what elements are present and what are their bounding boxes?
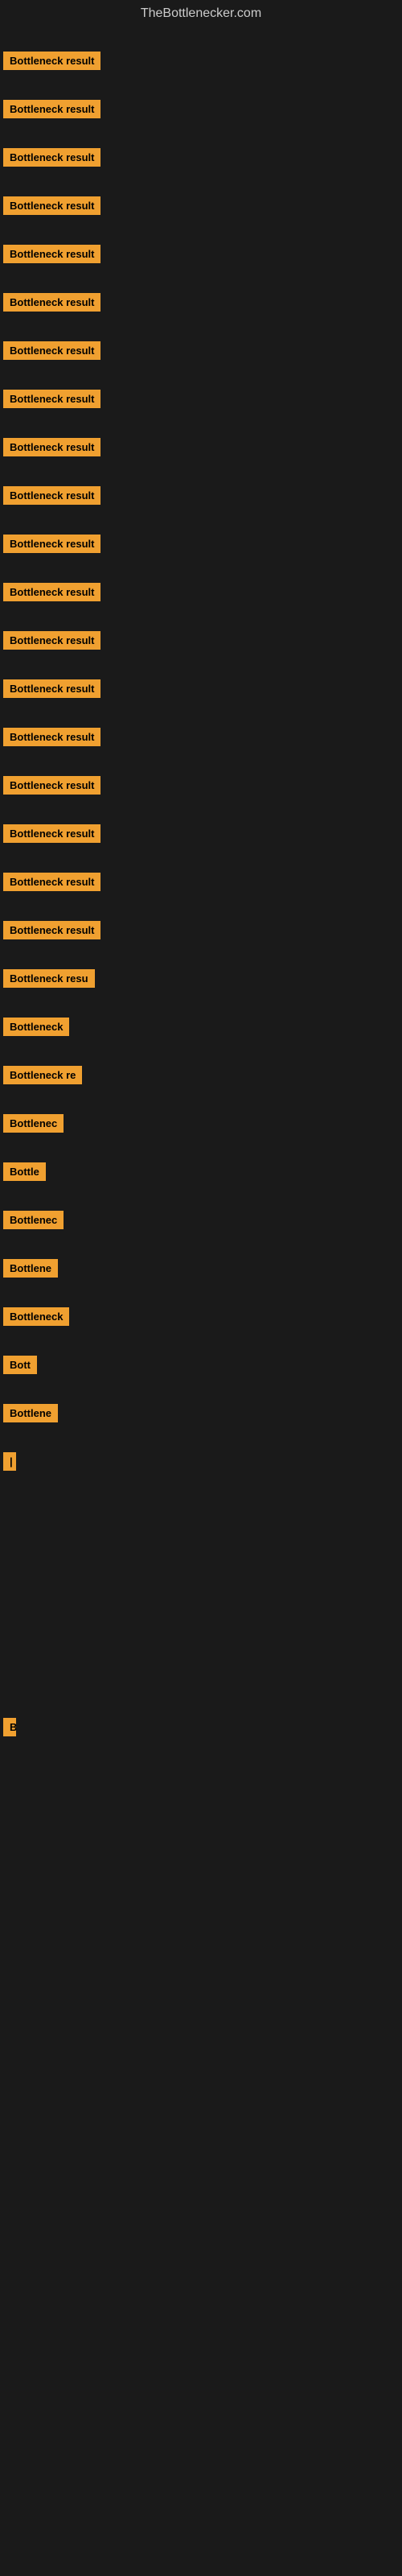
bottleneck-item: Bottleneck result (0, 824, 100, 843)
bottleneck-badge: Bottleneck (3, 1307, 69, 1326)
bottleneck-badge: Bottleneck result (3, 293, 100, 312)
bottleneck-item: Bottleneck resu (0, 969, 95, 988)
bottleneck-item: Bottleneck (0, 1018, 69, 1036)
bottleneck-badge: Bottleneck result (3, 583, 100, 601)
bottleneck-item: Bottleneck result (0, 245, 100, 263)
bottleneck-badge: Bottle (3, 1162, 46, 1181)
bottleneck-item: Bottleneck result (0, 631, 100, 650)
bottleneck-badge: Bottlenec (3, 1211, 64, 1229)
bottleneck-item: Bottleneck result (0, 100, 100, 118)
bottleneck-badge: | (3, 1452, 16, 1471)
bottleneck-badge: Bottleneck result (3, 245, 100, 263)
bottleneck-item: Bottlene (0, 1404, 58, 1422)
bottleneck-badge: Bottleneck result (3, 776, 100, 795)
bottleneck-item: Bottleneck result (0, 486, 100, 505)
bottleneck-item: Bottlene (0, 1259, 58, 1278)
bottleneck-badge: Bottleneck result (3, 341, 100, 360)
bottleneck-badge: Bottleneck result (3, 438, 100, 456)
bottleneck-item: | (0, 1452, 16, 1471)
bottleneck-badge: Bottleneck result (3, 921, 100, 939)
bottleneck-item: Bott (0, 1356, 37, 1374)
bottleneck-badge: B (3, 1718, 16, 1736)
bottleneck-item: Bottleneck result (0, 776, 100, 795)
bottleneck-item: Bottleneck result (0, 438, 100, 456)
bottleneck-item: Bottle (0, 1162, 46, 1181)
bottleneck-badge: Bottleneck result (3, 390, 100, 408)
bottleneck-item: Bottleneck result (0, 728, 100, 746)
bottleneck-badge: Bottleneck result (3, 535, 100, 553)
bottleneck-badge: Bottleneck result (3, 728, 100, 746)
bottleneck-badge: Bottleneck result (3, 486, 100, 505)
bottleneck-item: Bottleneck result (0, 535, 100, 553)
page-title: TheBottlenecker.com (0, 0, 402, 27)
bottleneck-badge: Bottleneck result (3, 52, 100, 70)
bottleneck-item: Bottleneck result (0, 873, 100, 891)
bottleneck-badge: Bottleneck re (3, 1066, 82, 1084)
bottleneck-badge: Bottleneck result (3, 196, 100, 215)
bottleneck-item: Bottleneck result (0, 341, 100, 360)
bottleneck-badge: Bottleneck result (3, 100, 100, 118)
bottleneck-badge: Bott (3, 1356, 37, 1374)
bottleneck-item: Bottleneck result (0, 583, 100, 601)
bottleneck-item: Bottleneck (0, 1307, 69, 1326)
bottleneck-badge: Bottleneck result (3, 679, 100, 698)
bottleneck-item: Bottleneck result (0, 921, 100, 939)
bottleneck-badge: Bottleneck resu (3, 969, 95, 988)
bottleneck-item: Bottleneck result (0, 196, 100, 215)
bottleneck-badge: Bottlene (3, 1404, 58, 1422)
bottleneck-item: Bottleneck result (0, 390, 100, 408)
bottleneck-item: Bottlenec (0, 1211, 64, 1229)
bottleneck-item: Bottleneck result (0, 148, 100, 167)
bottleneck-badge: Bottleneck result (3, 873, 100, 891)
bottleneck-badge: Bottleneck (3, 1018, 69, 1036)
bottleneck-item: Bottleneck result (0, 52, 100, 70)
bottleneck-badge: Bottleneck result (3, 631, 100, 650)
bottleneck-badge: Bottleneck result (3, 148, 100, 167)
items-container: Bottleneck result Bottleneck result Bottle… (0, 27, 402, 2571)
bottleneck-item: Bottlenec (0, 1114, 64, 1133)
bottleneck-badge: Bottlene (3, 1259, 58, 1278)
bottleneck-item: Bottleneck result (0, 679, 100, 698)
bottleneck-item: Bottleneck re (0, 1066, 82, 1084)
bottleneck-item: B (0, 1718, 16, 1736)
bottleneck-item: Bottleneck result (0, 293, 100, 312)
bottleneck-badge: Bottleneck result (3, 824, 100, 843)
bottleneck-badge: Bottlenec (3, 1114, 64, 1133)
